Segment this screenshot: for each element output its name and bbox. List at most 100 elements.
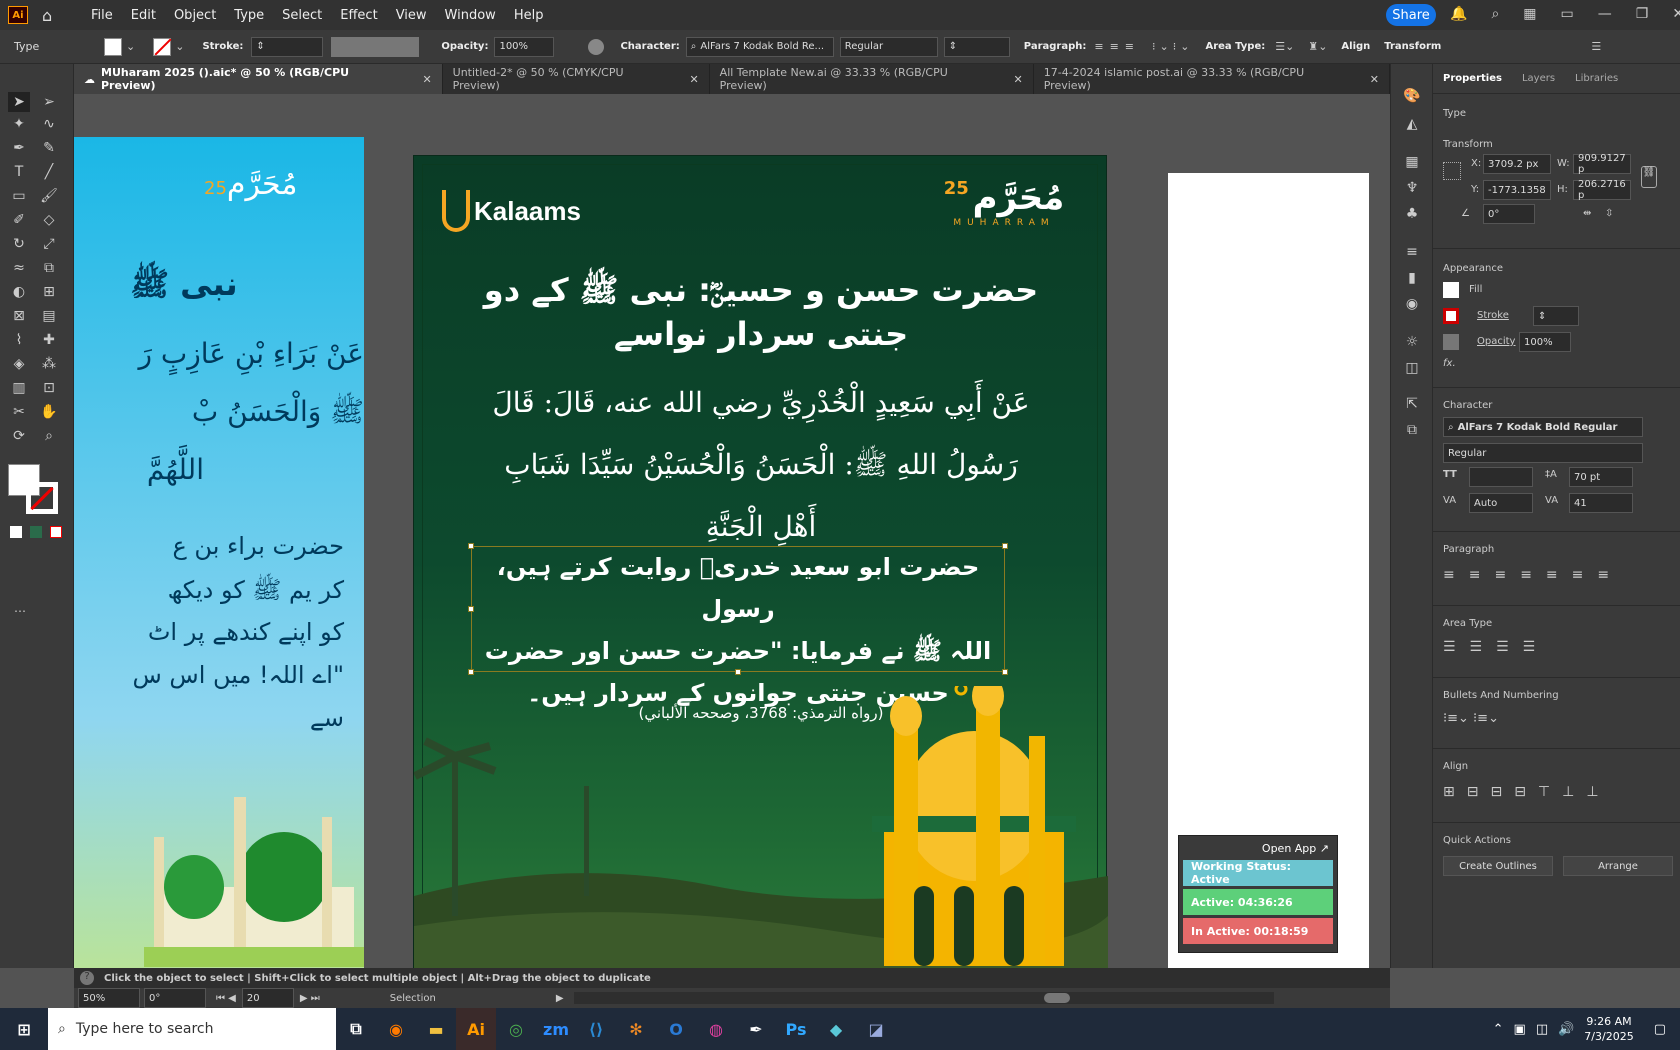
close-tab-icon[interactable]: ✕ (422, 73, 431, 86)
artboard-nav-prev-icon[interactable]: ⏮ ◀ (216, 993, 236, 1004)
vscode-icon[interactable]: ⟨⟩ (576, 1008, 616, 1050)
warp-tool-icon[interactable]: ≈ (8, 258, 30, 278)
resize-handle[interactable] (735, 669, 741, 675)
y-field[interactable]: -1773.1358 (1483, 180, 1551, 200)
swatches-icon[interactable]: ▦ (1401, 152, 1423, 172)
h-field[interactable]: 206.2716 p (1573, 179, 1631, 201)
fill-swatch-panel[interactable] (1443, 282, 1459, 298)
photoshop-icon[interactable]: Ps (776, 1008, 816, 1050)
taskbar-search[interactable]: ⌕ Type here to search (48, 1008, 336, 1050)
area-type-buttons[interactable]: ☰☰☰☰ (1443, 639, 1680, 655)
area-type-icon[interactable]: ☰⌄ (1275, 40, 1294, 53)
illustrator-taskbar-icon[interactable]: Ai (456, 1008, 496, 1050)
envelope-icon[interactable]: ♜⌄ (1308, 40, 1327, 53)
menu-help[interactable]: Help (505, 8, 553, 23)
opacity-label-panel[interactable]: Opacity (1477, 336, 1515, 347)
opacity-panel-field[interactable]: 100% (1519, 332, 1571, 352)
menu-window[interactable]: Window (436, 8, 505, 23)
close-tab-icon[interactable]: ✕ (689, 73, 698, 86)
recolor-icon[interactable] (588, 38, 605, 55)
none-mode-icon[interactable] (50, 526, 62, 538)
blend-tool-icon[interactable]: ◈ (8, 354, 30, 374)
menu-file[interactable]: File (82, 8, 122, 23)
notes-app-icon[interactable]: ◪ (856, 1008, 896, 1050)
stroke-color-swatch[interactable] (26, 482, 58, 514)
panel-menu-icon[interactable]: ☰ (1591, 40, 1601, 53)
tab-untitled[interactable]: Untitled-2* @ 50 % (CMYK/CPU Preview) ✕ (443, 64, 710, 94)
stroke-weight-panel-field[interactable]: ⇕ (1533, 306, 1579, 326)
create-outlines-button[interactable]: Create Outlines (1443, 856, 1553, 876)
close-icon[interactable]: ✕ (1672, 6, 1680, 22)
leading-field[interactable]: 70 pt (1569, 467, 1633, 487)
font-size-panel-field[interactable] (1469, 467, 1533, 487)
chrome-icon[interactable]: ◎ (496, 1008, 536, 1050)
stroke-weight-field[interactable]: ⇕ (251, 36, 324, 57)
flip-vertical-icon[interactable]: ⇳ (1605, 208, 1613, 219)
network-icon[interactable]: ◫ (1536, 1022, 1548, 1037)
bullets-icons[interactable]: ⁝⌄⁝⌄ (1152, 40, 1193, 53)
shaper-tool-icon[interactable]: ✐ (8, 210, 30, 230)
tray-chevron-icon[interactable]: ⌃ (1493, 1022, 1504, 1037)
bullets-buttons[interactable]: ⁝≡⌄ ⁝≡⌄ (1443, 711, 1680, 726)
minimize-icon[interactable]: — (1598, 6, 1612, 22)
resize-handle[interactable] (468, 669, 474, 675)
paragraph-align-buttons[interactable]: ≡≡≡≡≡≡≡ (1443, 567, 1680, 583)
file-explorer-icon[interactable]: ▬ (416, 1008, 456, 1050)
tab-properties[interactable]: Properties (1433, 73, 1512, 84)
restore-icon[interactable]: ❐ (1636, 6, 1649, 22)
selection-tool-icon[interactable]: ➤ (8, 92, 30, 112)
arrange-button[interactable]: Arrange (1563, 856, 1673, 876)
creative-cloud-icon[interactable]: ◍ (696, 1008, 736, 1050)
fill-swatch[interactable] (104, 37, 122, 56)
bell-icon[interactable]: 🔔 (1450, 6, 1467, 22)
paragraph-align-icons[interactable]: ≡≡≡ (1094, 40, 1140, 53)
notifications-icon[interactable]: ▢ (1654, 1022, 1666, 1037)
tab-muharram[interactable]: ☁ MUharam 2025 ().aic* @ 50 % (RGB/CPU Pr… (74, 64, 443, 94)
gradient-mode-icon[interactable] (30, 526, 42, 538)
variable-width-profile[interactable] (331, 36, 420, 57)
menu-effect[interactable]: Effect (331, 8, 386, 23)
firefox-icon[interactable]: ◉ (376, 1008, 416, 1050)
close-tab-icon[interactable]: ✕ (1014, 73, 1023, 86)
angle-field[interactable]: 0° (1483, 204, 1535, 224)
menu-edit[interactable]: Edit (122, 8, 165, 23)
xampp-icon[interactable]: ✻ (616, 1008, 656, 1050)
stroke-label-panel[interactable]: Stroke (1477, 310, 1509, 321)
workspace-icon[interactable]: ▦ (1523, 6, 1536, 22)
measure-tool-icon[interactable]: ✚ (38, 330, 60, 350)
rotate-view-tool-icon[interactable]: ⟳ (8, 426, 30, 446)
close-tab-icon[interactable]: ✕ (1370, 73, 1379, 86)
font-family-field[interactable]: ⌕ AlFars 7 Kodak Bold Re... (685, 36, 834, 57)
stroke-swatch-panel[interactable] (1443, 308, 1459, 324)
artboard-nav-next-icon[interactable]: ▶ ⏭ (300, 993, 320, 1004)
volume-icon[interactable]: 🔊 (1558, 1022, 1574, 1037)
slice-tool-icon[interactable]: ✂ (8, 402, 30, 422)
rotate-view-field[interactable]: 0° (144, 988, 206, 1008)
tab-all-template[interactable]: All Template New.ai @ 33.33 % (RGB/CPU P… (710, 64, 1034, 94)
clock[interactable]: 9:26 AM 7/3/2025 (1584, 1014, 1633, 1044)
artboard-tool-icon[interactable]: ⊡ (38, 378, 60, 398)
font-size-field[interactable]: ⇕ (943, 36, 1010, 57)
kerning-field[interactable]: Auto (1469, 493, 1533, 513)
menu-type[interactable]: Type (225, 8, 273, 23)
font-family-panel-field[interactable]: ⌕ AlFars 7 Kodak Bold Regular (1443, 417, 1643, 437)
hand-tool-icon[interactable]: ✋ (38, 402, 60, 422)
main-artboard[interactable]: Kalaams مُحَرَّم 25 MUHARRAM حضرت حسن و … (413, 155, 1108, 968)
zoom-app-icon[interactable]: zm (536, 1008, 576, 1050)
perspective-tool-icon[interactable]: ⊞ (38, 282, 60, 302)
selection-bounding-box[interactable] (471, 546, 1005, 672)
symbols-icon[interactable]: ♣ (1401, 204, 1423, 224)
align-buttons[interactable]: ⊞⊟⊟⊟⊤⊥⊥ (1443, 784, 1680, 800)
rectangle-tool-icon[interactable]: ▭ (8, 186, 30, 206)
tracking-field[interactable]: 41 (1569, 493, 1633, 513)
x-field[interactable]: 3709.2 px (1483, 154, 1551, 174)
color-panel-icon[interactable]: 🎨 (1401, 86, 1423, 106)
line-tool-icon[interactable]: ╱ (38, 162, 60, 182)
curvature-tool-icon[interactable]: ✎ (38, 138, 60, 158)
brushes-icon[interactable]: ♆ (1401, 178, 1423, 198)
w-field[interactable]: 909.9127 p (1573, 153, 1631, 175)
scale-tool-icon[interactable]: ⤢ (38, 234, 60, 254)
reference-point-icon[interactable] (1443, 162, 1461, 180)
gradient-panel-icon[interactable]: ▮ (1401, 268, 1423, 288)
menu-view[interactable]: View (387, 8, 436, 23)
